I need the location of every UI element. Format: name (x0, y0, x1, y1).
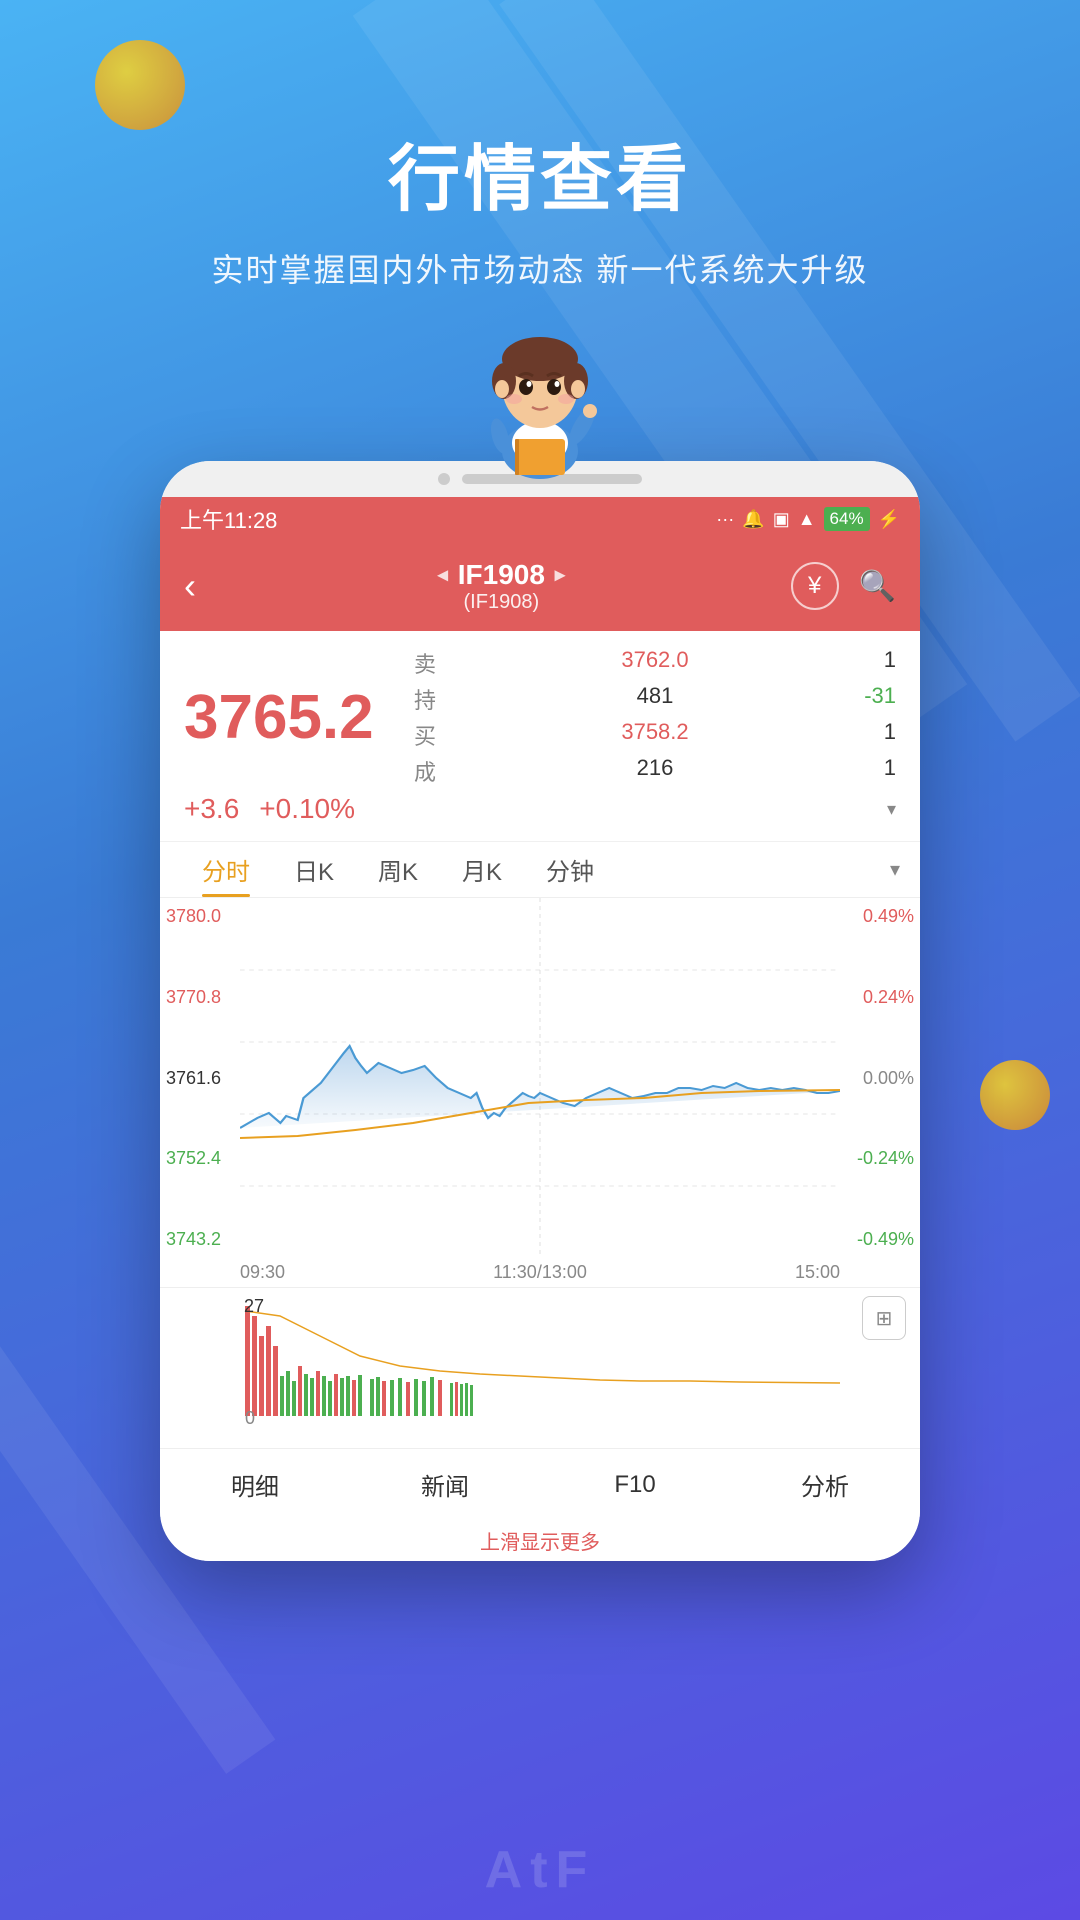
nav-right-arrow[interactable]: ▸ (555, 562, 565, 587)
chart-tabs: 分时 日K 周K 月K 分钟 ▾ (160, 842, 920, 898)
time-end: 15:00 (795, 1262, 840, 1283)
pct-label-3: 0.00% (846, 1068, 914, 1089)
nav-left-arrow[interactable]: ◂ (438, 562, 448, 587)
tab-mingxi[interactable]: 明细 (160, 1449, 350, 1520)
battery-indicator: 64% (824, 507, 870, 531)
price-chart-svg (240, 898, 840, 1258)
scroll-hint: 上滑显示更多 (160, 1520, 920, 1561)
change-percent: +0.10% (259, 793, 355, 825)
dropdown-arrow-icon: ▾ (887, 799, 896, 820)
pct-label-5: -0.49% (846, 1229, 914, 1250)
signal-icon: ··· (716, 509, 734, 530)
trade-label: 成 (414, 755, 575, 787)
sell-price: 3762.0 (575, 647, 736, 679)
y-label-4: 3752.4 (166, 1148, 234, 1169)
chart-y-labels-right: 0.49% 0.24% 0.00% -0.24% -0.49% (840, 898, 920, 1258)
tab-f10[interactable]: F10 (540, 1449, 730, 1520)
nav-subtitle: (IF1908) (464, 591, 540, 614)
nav-title: IF1908 (458, 559, 545, 591)
chart-time-axis: 09:30 11:30/13:00 15:00 (160, 1258, 920, 1288)
trade-qty: 216 (575, 755, 736, 787)
pct-label-2: 0.24% (846, 987, 914, 1008)
buy-price: 3758.2 (575, 719, 736, 751)
price-section: 3765.2 卖 3762.0 1 持 481 -31 买 3758.2 1 成… (160, 631, 920, 842)
alarm-icon: 🔔 (742, 509, 764, 530)
tab-xinwen[interactable]: 新闻 (350, 1449, 540, 1520)
chart-area: 3780.0 3770.8 3761.6 3752.4 3743.2 (160, 898, 920, 1258)
sell-label: 卖 (414, 647, 575, 679)
scroll-hint-text: 上滑显示更多 (480, 1532, 600, 1554)
y-label-1: 3780.0 (166, 906, 234, 927)
hold-qty: 481 (575, 683, 736, 715)
nav-bar: ‹ ◂ IF1908 ▸ (IF1908) ¥ 🔍 (160, 541, 920, 631)
volume-max-label: 27 (244, 1296, 264, 1317)
chart-y-labels-left: 3780.0 3770.8 3761.6 3752.4 3743.2 (160, 898, 240, 1258)
pct-label-1: 0.49% (846, 906, 914, 927)
character-area (0, 301, 1080, 481)
sim-icon: ▣ (773, 509, 790, 530)
tab-fenxi[interactable]: 分析 (730, 1449, 920, 1520)
tab-dayk[interactable]: 日K (272, 842, 356, 897)
charging-icon: ⚡ (878, 509, 900, 530)
pct-label-4: -0.24% (846, 1148, 914, 1169)
price-detail-grid: 卖 3762.0 1 持 481 -31 买 3758.2 1 成 216 1 (414, 647, 896, 787)
hero-subtitle: 实时掌握国内外市场动态 新一代系统大升级 (0, 245, 1080, 291)
tab-fenzhong[interactable]: 分钟 (524, 842, 616, 897)
character-illustration (470, 311, 610, 481)
tab-yuek[interactable]: 月K (440, 842, 524, 897)
y-label-3: 3761.6 (166, 1068, 234, 1089)
trade-val: 1 (735, 755, 896, 787)
hold-change: -31 (735, 683, 896, 715)
atf-watermark: AtF (485, 1840, 596, 1900)
tab-fenshi[interactable]: 分时 (180, 842, 272, 897)
nav-title-area: ◂ IF1908 ▸ (IF1908) (212, 559, 791, 614)
sell-qty: 1 (735, 647, 896, 679)
svg-text:0: 0 (245, 1408, 255, 1426)
change-value: +3.6 (184, 793, 239, 825)
hero-title: 行情查看 (0, 120, 1080, 225)
nav-title-row: ◂ IF1908 ▸ (438, 559, 565, 591)
y-label-5: 3743.2 (166, 1229, 234, 1250)
status-time: 上午11:28 (180, 503, 277, 535)
main-chart (240, 898, 840, 1258)
tab-more-icon[interactable]: ▾ (890, 857, 900, 882)
wifi-icon: ▲ (798, 509, 816, 530)
hero-section: 行情查看 实时掌握国内外市场动态 新一代系统大升级 (0, 0, 1080, 291)
hold-label: 持 (414, 683, 575, 715)
phone-mockup: 上午11:28 ··· 🔔 ▣ ▲ 64% ⚡ ‹ ◂ IF1908 ▸ (IF… (0, 461, 1080, 1561)
time-mid: 11:30/13:00 (493, 1262, 587, 1283)
back-button[interactable]: ‹ (184, 565, 196, 607)
currency-button[interactable]: ¥ (791, 562, 839, 610)
bottom-tabs: 明细 新闻 F10 分析 (160, 1448, 920, 1520)
phone-body: 上午11:28 ··· 🔔 ▣ ▲ 64% ⚡ ‹ ◂ IF1908 ▸ (IF… (160, 461, 920, 1561)
change-row: +3.6 +0.10% ▾ (184, 793, 896, 833)
buy-qty: 1 (735, 719, 896, 751)
y-label-2: 3770.8 (166, 987, 234, 1008)
volume-area: 27 ⊞ (160, 1288, 920, 1448)
status-bar: 上午11:28 ··· 🔔 ▣ ▲ 64% ⚡ (160, 497, 920, 541)
buy-label: 买 (414, 719, 575, 751)
time-start: 09:30 (240, 1262, 285, 1283)
search-icon[interactable]: 🔍 (859, 569, 896, 604)
status-icons: ··· 🔔 ▣ ▲ 64% ⚡ (716, 507, 900, 531)
chart-type-icon[interactable]: ⊞ (862, 1296, 906, 1340)
main-price: 3765.2 (184, 682, 384, 753)
tab-zhouk[interactable]: 周K (356, 842, 440, 897)
nav-actions: ¥ 🔍 (791, 562, 896, 610)
volume-chart-svg: 0 (240, 1296, 840, 1426)
price-row: 3765.2 卖 3762.0 1 持 481 -31 买 3758.2 1 成… (184, 647, 896, 787)
